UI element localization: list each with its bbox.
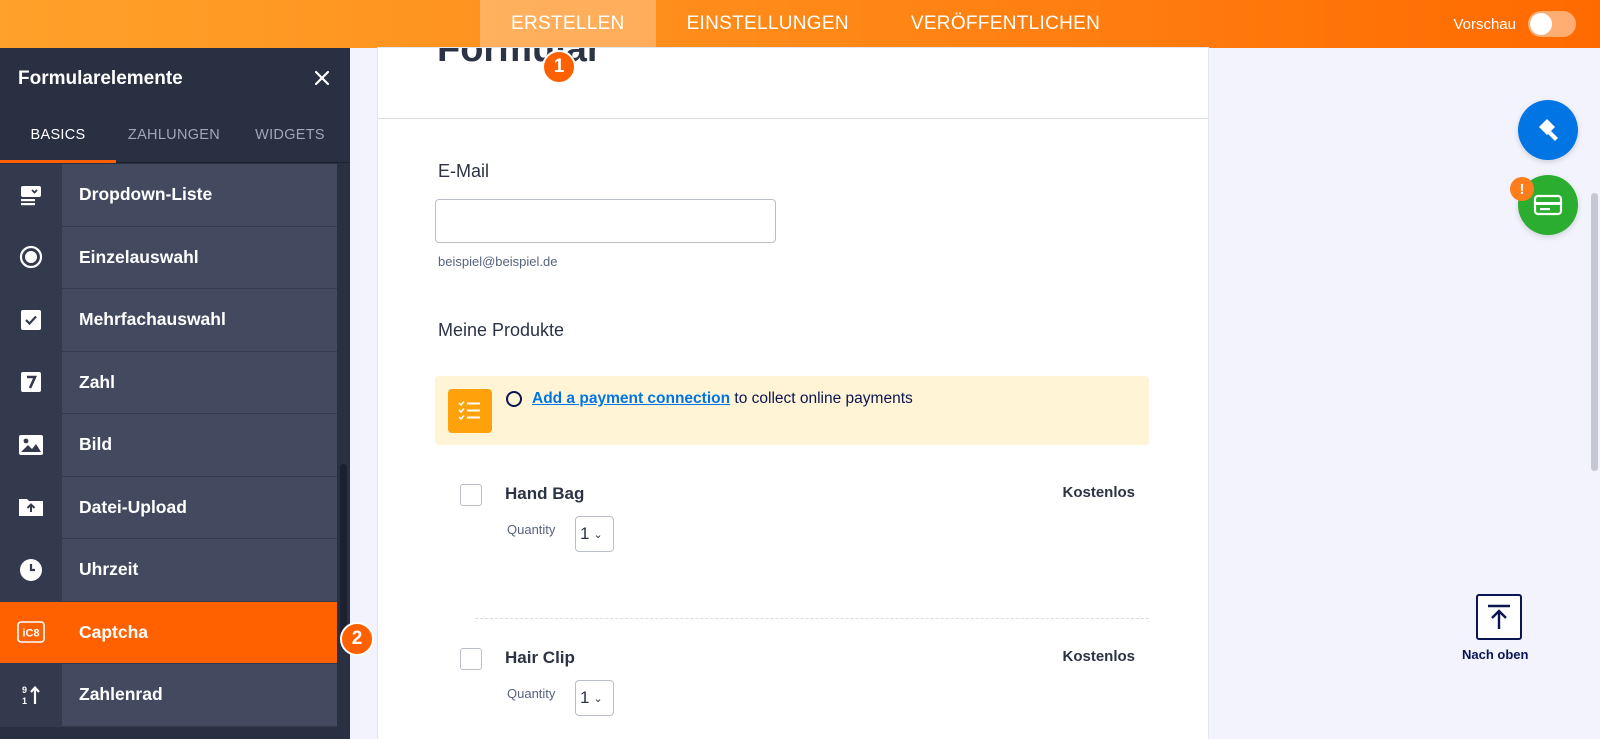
sidebar-item-label: Zahl xyxy=(62,351,337,413)
sidebar-item-label: Datei-Upload xyxy=(62,476,337,538)
sidebar-item-spinner[interactable]: 91 Zahlenrad xyxy=(0,664,337,727)
close-icon[interactable] xyxy=(314,65,330,93)
quantity-value: 1 xyxy=(580,688,590,707)
checkbox-icon xyxy=(0,289,62,351)
product-list-icon xyxy=(448,389,492,433)
sidebar-item-label: Uhrzeit xyxy=(62,539,337,601)
email-field[interactable] xyxy=(435,199,776,243)
product-price: Kostenlos xyxy=(1062,484,1135,501)
sidebar-item-number[interactable]: Zahl xyxy=(0,351,337,414)
element-list: Dropdown-Liste Einzelauswahl Mehrfachaus… xyxy=(0,164,337,727)
top-nav: ERSTELLEN EINSTELLUNGEN VERÖFFENTLICHEN xyxy=(480,0,1131,48)
payment-notice-rest: to collect online payments xyxy=(730,390,913,407)
arrow-up-icon xyxy=(1488,604,1510,629)
sidebar-item-dropdown[interactable]: Dropdown-Liste xyxy=(0,164,337,227)
email-sublabel: beispiel@beispiel.de xyxy=(438,254,558,269)
step-badge-1: 1 xyxy=(542,50,576,84)
product-name: Hand Bag xyxy=(505,484,585,503)
sidebar-item-multiple-choice[interactable]: Mehrfachauswahl xyxy=(0,289,337,352)
tab-erstellen[interactable]: ERSTELLEN xyxy=(480,0,656,48)
header-divider xyxy=(378,118,1208,119)
sidebar-item-file-upload[interactable]: Datei-Upload xyxy=(0,476,337,539)
radio-icon xyxy=(0,226,62,288)
sidebar-item-captcha[interactable]: iC8 Captcha xyxy=(0,601,337,664)
sidebar-item-label: Einzelauswahl xyxy=(62,226,337,288)
toggle-knob xyxy=(1530,13,1552,35)
svg-text:iC8: iC8 xyxy=(22,628,39,640)
form-title[interactable]: Formular xyxy=(437,48,602,71)
top-bar: ERSTELLEN EINSTELLUNGEN VERÖFFENTLICHEN … xyxy=(0,0,1600,48)
form-designer-button[interactable] xyxy=(1518,100,1578,160)
back-to-top-button[interactable] xyxy=(1476,594,1522,640)
product-checkbox[interactable] xyxy=(460,648,482,670)
captcha-icon: iC8 xyxy=(0,601,62,663)
page-scrollbar[interactable] xyxy=(1588,48,1600,739)
product-divider xyxy=(475,618,1149,619)
sidebar-item-single-choice[interactable]: Einzelauswahl xyxy=(0,226,337,289)
products-label: Meine Produkte xyxy=(438,320,565,340)
form-canvas: Formular E-Mail beispiel@beispiel.de Mei… xyxy=(378,48,1208,739)
tab-zahlungen[interactable]: ZAHLUNGEN xyxy=(116,109,232,162)
paint-roller-icon xyxy=(1539,119,1558,141)
quantity-label: Quantity xyxy=(507,522,556,537)
form-elements-sidebar: Formularelemente BASICS ZAHLUNGEN WIDGET… xyxy=(0,48,350,739)
preview-control: Vorschau xyxy=(1453,0,1576,48)
tab-veroeffentlichen[interactable]: VERÖFFENTLICHEN xyxy=(880,0,1131,48)
sidebar-tabs: BASICS ZAHLUNGEN WIDGETS xyxy=(0,109,350,163)
quantity-select[interactable]: 1 ⌄ xyxy=(575,680,614,716)
sidebar-header: Formularelemente xyxy=(0,48,350,109)
tab-widgets[interactable]: WIDGETS xyxy=(232,109,348,162)
payment-notice-text: Add a payment connection to collect onli… xyxy=(532,390,913,408)
clock-icon xyxy=(0,539,62,601)
email-label: E-Mail xyxy=(438,161,490,181)
dropdown-icon xyxy=(0,164,62,226)
product-checkbox[interactable] xyxy=(460,484,482,506)
sidebar-item-label: Zahlenrad xyxy=(62,664,337,726)
add-payment-link[interactable]: Add a payment connection xyxy=(532,390,730,407)
svg-text:1: 1 xyxy=(22,696,27,706)
spinner-icon: 91 xyxy=(0,664,62,726)
quantity-select[interactable]: 1 ⌄ xyxy=(575,516,614,552)
payment-notice: Add a payment connection to collect onli… xyxy=(435,376,1149,445)
sidebar-item-label: Captcha xyxy=(62,601,337,663)
product-name: Hair Clip xyxy=(505,648,575,667)
tab-basics[interactable]: BASICS xyxy=(0,109,116,163)
image-icon xyxy=(0,414,62,476)
tab-einstellungen[interactable]: EINSTELLUNGEN xyxy=(656,0,880,48)
product-price: Kostenlos xyxy=(1062,648,1135,665)
back-to-top-label: Nach oben xyxy=(1462,647,1529,662)
chevron-down-icon: ⌄ xyxy=(593,528,603,541)
preview-toggle[interactable] xyxy=(1528,11,1576,37)
chevron-down-icon: ⌄ xyxy=(593,692,603,705)
scrollbar-thumb[interactable] xyxy=(340,464,347,639)
scrollbar-thumb[interactable] xyxy=(1591,193,1598,471)
credit-card-icon xyxy=(1533,194,1563,216)
quantity-label: Quantity xyxy=(507,686,556,701)
sidebar-item-time[interactable]: Uhrzeit xyxy=(0,539,337,602)
sidebar-title: Formularelemente xyxy=(18,67,183,89)
sidebar-item-label: Dropdown-Liste xyxy=(62,164,337,226)
radio-circle-icon xyxy=(506,391,522,407)
quantity-value: 1 xyxy=(580,524,590,543)
svg-text:9: 9 xyxy=(22,685,27,695)
preview-label: Vorschau xyxy=(1453,15,1516,33)
upload-icon xyxy=(0,476,62,538)
sidebar-item-label: Bild xyxy=(62,414,337,476)
number-icon xyxy=(0,351,62,413)
warning-badge: ! xyxy=(1510,177,1534,201)
sidebar-item-label: Mehrfachauswahl xyxy=(62,289,337,351)
step-badge-2: 2 xyxy=(340,622,374,656)
sidebar-item-image[interactable]: Bild xyxy=(0,414,337,477)
